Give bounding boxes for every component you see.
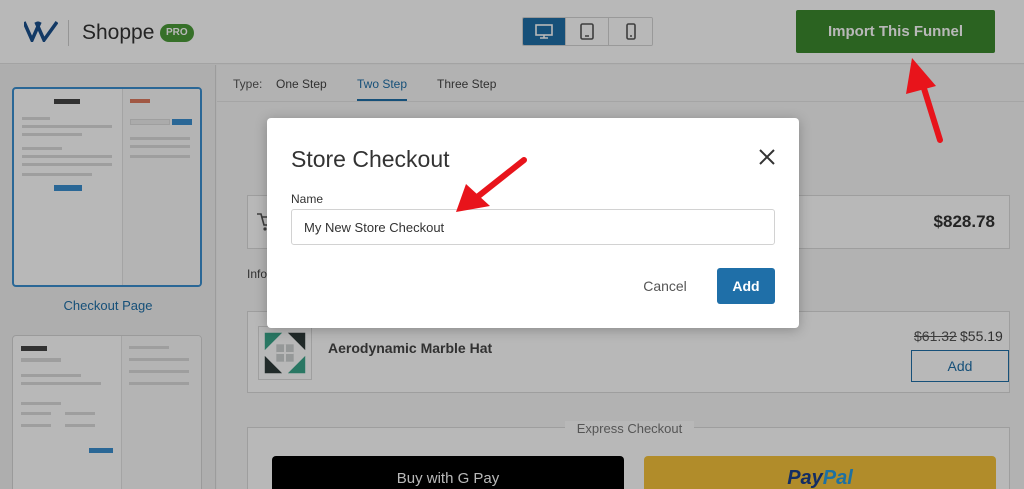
annotation-arrow-icon [456, 157, 527, 212]
add-button[interactable]: Add [717, 268, 775, 304]
name-input[interactable] [291, 209, 775, 245]
store-checkout-dialog: Store Checkout Name Cancel Add [267, 118, 799, 328]
dialog-title: Store Checkout [291, 146, 450, 172]
cancel-button[interactable]: Cancel [629, 269, 701, 303]
close-icon [759, 148, 775, 165]
close-dialog-button[interactable] [755, 146, 779, 170]
name-field-label: Name [291, 192, 324, 206]
annotation-arrow-icon [906, 58, 943, 143]
